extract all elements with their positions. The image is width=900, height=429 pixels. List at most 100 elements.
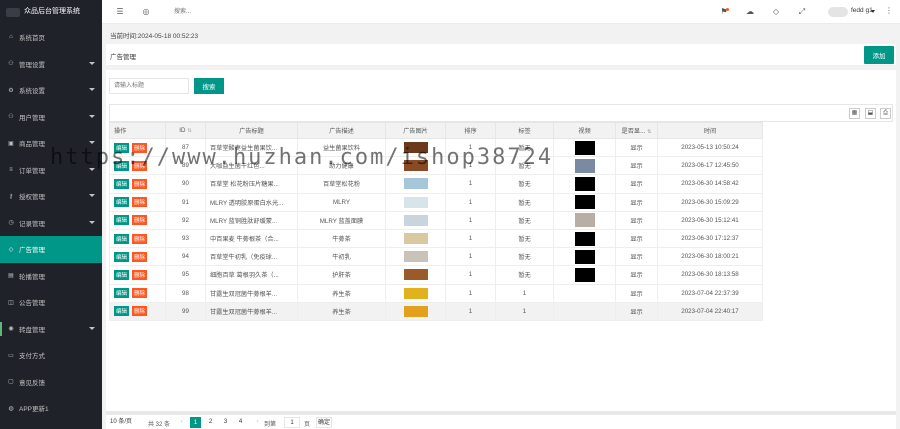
sidebar-item-8[interactable]: ◇ 广告管理 <box>0 236 102 263</box>
app-root: 众品后台管理系统 ⌂ 系统首页 ⚇ 管理设置 ⚙ 系统设置 ⚇ 用户管理 ▣ 商品管理 ≡ 订单管理 ⚷… <box>0 0 900 429</box>
cell-tag: 暂无 <box>495 137 554 158</box>
global-search-input[interactable] <box>174 5 264 19</box>
sort-icon[interactable]: ⇅ <box>187 128 191 134</box>
page-3-button[interactable]: 3 <box>220 417 231 428</box>
sidebar-item-7[interactable]: ◷ 记录管理 <box>0 210 102 237</box>
table-row[interactable]: 编辑 删除 90 百草堂 松花粉压片糖果... 百草堂松花粉 1 暂无 显示 2023-06-3… <box>109 174 763 194</box>
cell-id: 87 <box>165 137 206 158</box>
video-thumbnail[interactable] <box>574 158 595 173</box>
more-vertical-icon[interactable]: ⋮ <box>885 6 893 15</box>
cell-show: 显示 <box>615 174 658 194</box>
bell-icon[interactable]: ⚑ <box>718 6 730 18</box>
sidebar-item-1[interactable]: ⚇ 管理设置 <box>0 51 102 78</box>
sort-icon[interactable]: ⇅ <box>647 129 651 135</box>
video-thumbnail[interactable] <box>574 267 595 282</box>
ad-thumbnail[interactable] <box>403 305 428 317</box>
delete-button[interactable]: 删除 <box>132 251 148 262</box>
ad-thumbnail[interactable] <box>403 196 428 208</box>
sidebar-item-9[interactable]: ▤ 轮播管理 <box>0 263 102 290</box>
next-page-button[interactable]: › <box>252 417 263 428</box>
video-thumbnail[interactable] <box>574 213 595 228</box>
page-size-select[interactable]: 10 条/页 <box>110 417 146 428</box>
video-thumbnail[interactable] <box>574 140 595 155</box>
sidebar-item-6[interactable]: ⚷ 授权管理 <box>0 183 102 210</box>
sidebar-item-12[interactable]: ▭ 支付方式 <box>0 342 102 369</box>
username[interactable]: fedd g1 <box>851 7 873 14</box>
sidebar-item-13[interactable]: ▢ 意见反馈 <box>0 369 102 396</box>
edit-button[interactable]: 编辑 <box>114 197 130 208</box>
page-1-button[interactable]: 1 <box>190 417 201 428</box>
edit-button[interactable]: 编辑 <box>114 251 130 262</box>
delete-button[interactable]: 删除 <box>132 178 148 189</box>
sidebar-item-11[interactable]: ◉ 转盘管理 <box>0 316 102 343</box>
video-thumbnail[interactable] <box>574 249 595 264</box>
ad-thumbnail[interactable] <box>403 269 428 281</box>
video-thumbnail[interactable] <box>574 195 595 210</box>
edit-button[interactable]: 编辑 <box>114 178 130 189</box>
goto-page-input[interactable]: 1 <box>284 417 300 428</box>
delete-button[interactable]: 删除 <box>132 197 148 208</box>
table-row[interactable]: 编辑 删除 87 百草堂酸枣益生菌果饮... 益生菌果饮料 1 暂无 显示 2023-05-13… <box>109 137 763 158</box>
delete-button[interactable]: 删除 <box>132 215 148 226</box>
ad-thumbnail[interactable] <box>403 160 428 172</box>
edit-button[interactable]: 编辑 <box>114 215 130 226</box>
table-row[interactable]: 编辑 删除 99 甘露生双冠菌牛蒡根羊... 养生茶 1 1 显示 2023-07-04 22:… <box>109 301 763 321</box>
delete-button[interactable]: 删除 <box>132 288 148 299</box>
cloud-icon[interactable]: ☁ <box>744 6 756 18</box>
video-thumbnail[interactable] <box>574 176 595 191</box>
menu-toggle-icon[interactable]: ☰ <box>114 6 126 18</box>
edit-button[interactable]: 编辑 <box>114 160 130 171</box>
table-row[interactable]: 编辑 删除 93 中百果麦 牛蒡根茶（合... 牛蒡茶 1 暂无 显示 2023-06-30 1… <box>109 228 763 249</box>
ad-thumbnail[interactable] <box>403 233 428 245</box>
column-header-9[interactable]: 时间 <box>657 122 763 139</box>
ad-thumbnail[interactable] <box>403 178 428 190</box>
delete-button[interactable]: 删除 <box>132 269 148 280</box>
tag-icon[interactable]: ◇ <box>770 6 782 18</box>
print-icon[interactable]: ⎙ <box>880 108 891 119</box>
edit-button[interactable]: 编辑 <box>114 269 130 280</box>
title-filter-input[interactable] <box>109 78 189 94</box>
chevron-down-icon[interactable] <box>871 10 875 13</box>
sidebar-item-10[interactable]: ◫ 公告管理 <box>0 289 102 316</box>
delete-button[interactable]: 删除 <box>132 160 148 171</box>
sidebar-item-0[interactable]: ⌂ 系统首页 <box>0 24 102 51</box>
delete-button[interactable]: 删除 <box>132 142 148 153</box>
delete-button[interactable]: 删除 <box>132 306 148 317</box>
prev-page-button[interactable]: ‹ <box>176 417 187 428</box>
ad-thumbnail[interactable] <box>403 287 428 299</box>
edit-button[interactable]: 编辑 <box>114 288 130 299</box>
columns-icon[interactable]: ▦ <box>849 108 860 119</box>
column-header-1[interactable]: ID ⇅ <box>165 122 206 139</box>
edit-button[interactable]: 编辑 <box>114 306 130 317</box>
export-icon[interactable]: ⬓ <box>865 108 876 119</box>
table-row[interactable]: 编辑 删除 98 甘露生双冠菌牛蒡根羊... 养生茶 1 1 显示 2023-07-04 22:… <box>109 283 763 303</box>
page-4-button[interactable]: 4 <box>235 417 246 428</box>
table-row[interactable]: 编辑 删除 89 大咖益生菌干红色... 助力健康 1 暂无 显示 2023-06-17 12:… <box>109 156 763 176</box>
ad-thumbnail[interactable] <box>403 251 428 263</box>
cell-tag: 暂无 <box>495 192 554 212</box>
sidebar-item-3[interactable]: ⚇ 用户管理 <box>0 104 102 131</box>
sidebar-item-14[interactable]: ◍ APP更新1 <box>0 395 102 422</box>
search-button[interactable]: 搜索 <box>194 78 224 94</box>
avatar[interactable] <box>828 7 848 17</box>
fullscreen-icon[interactable]: ⤢ <box>796 6 808 18</box>
table-row[interactable]: 编辑 删除 95 细胞百草 葛根羽久茶（... 护肝茶 1 暂无 显示 2023-06-30 1… <box>109 265 763 285</box>
ad-thumbnail[interactable] <box>403 142 428 154</box>
sidebar-item-5[interactable]: ≡ 订单管理 <box>0 157 102 184</box>
table-row[interactable]: 编辑 删除 92 MLRY 蓝铜胜肽舒缓蒙... MLRY 蓝盖面膜 1 暂无 显示 2023-… <box>109 210 763 230</box>
column-header-label: 时间 <box>703 128 717 135</box>
edit-button[interactable]: 编辑 <box>114 233 130 244</box>
table-row[interactable]: 编辑 删除 94 百草堂牛初乳（免疫球... 牛初乳 1 暂无 显示 2023-06-30 18… <box>109 247 763 267</box>
globe-icon[interactable]: ◎ <box>140 6 152 18</box>
edit-button[interactable]: 编辑 <box>114 142 130 153</box>
video-thumbnail[interactable] <box>574 231 595 246</box>
table-row[interactable]: 编辑 删除 91 MLRY 透明胶原蛋白水光... MLRY 1 暂无 显示 2023-06-3… <box>109 192 763 212</box>
add-button[interactable]: 添加 <box>864 46 894 64</box>
goto-confirm-button[interactable]: 确定 <box>316 417 332 428</box>
page-2-button[interactable]: 2 <box>205 417 216 428</box>
sidebar-item-4[interactable]: ▣ 商品管理 <box>0 130 102 157</box>
delete-button[interactable]: 删除 <box>132 233 148 244</box>
ad-thumbnail[interactable] <box>403 214 428 226</box>
sidebar-item-2[interactable]: ⚙ 系统设置 <box>0 77 102 104</box>
row-actions: 编辑 删除 <box>109 156 166 176</box>
